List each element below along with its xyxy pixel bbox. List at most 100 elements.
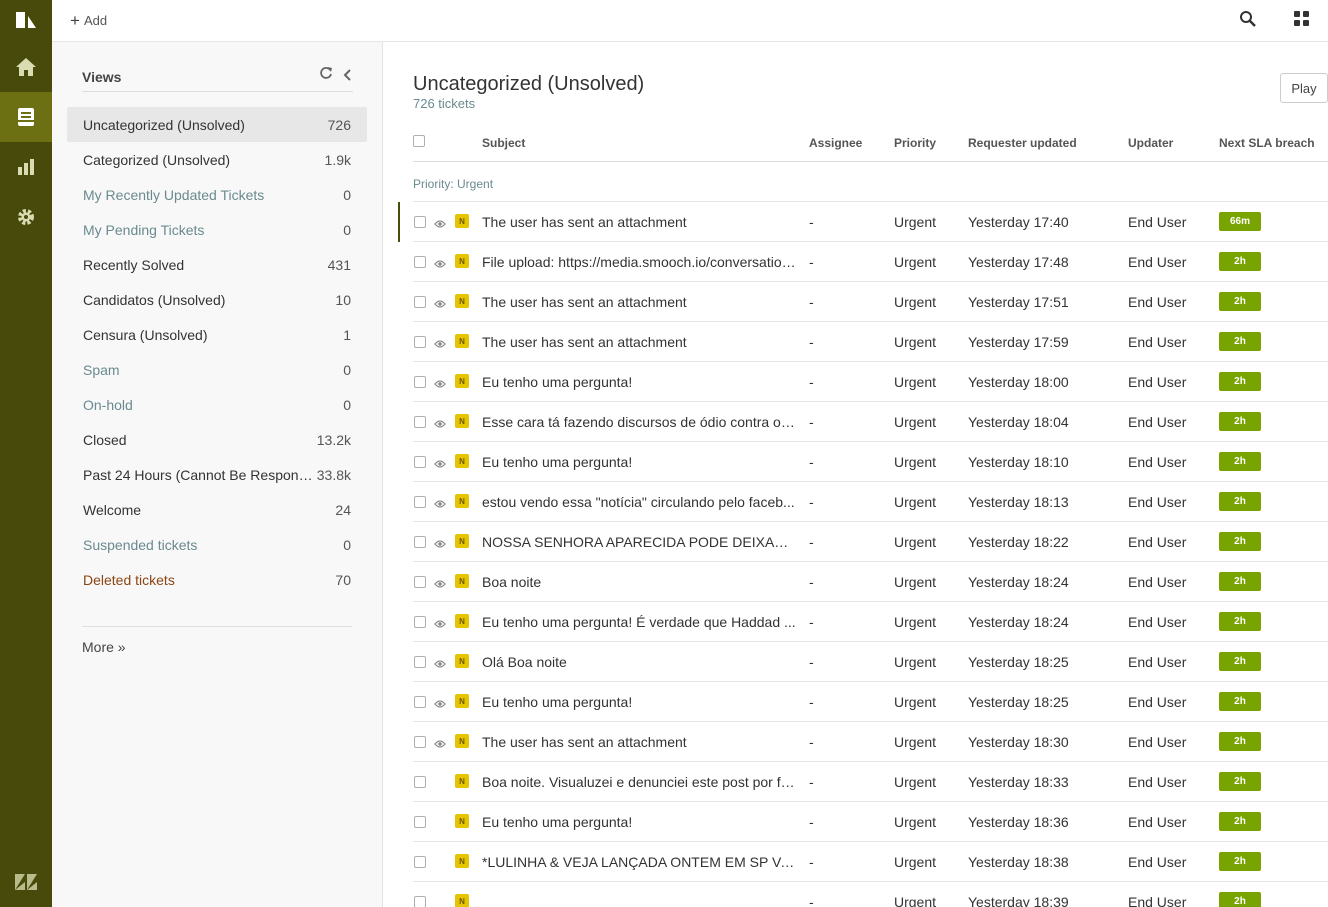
view-item[interactable]: Past 24 Hours (Cannot Be Respond... 33.8k [67,457,367,492]
row-checkbox[interactable] [414,216,426,228]
row-checkbox[interactable] [414,336,426,348]
eye-icon[interactable] [434,416,446,428]
row-checkbox[interactable] [414,296,426,308]
eye-icon[interactable] [434,296,446,308]
eye-icon[interactable] [434,496,446,508]
select-all-checkbox[interactable] [413,135,425,147]
ticket-subject[interactable]: The user has sent an attachment [482,294,798,310]
ticket-subject[interactable]: File upload: https://media.smooch.io/con… [482,254,798,270]
table-row[interactable]: N Boa noite - Urgent Yesterday 18:24 End User… [413,562,1328,602]
collapse-chevron-icon[interactable] [343,68,353,81]
view-item[interactable]: Candidatos (Unsolved) 10 [67,282,367,317]
ticket-subject[interactable]: Eu tenho uma pergunta! [482,454,798,470]
view-item[interactable]: My Pending Tickets 0 [67,212,367,247]
table-row[interactable]: N Eu tenho uma pergunta! - Urgent Yesterday … [413,442,1328,482]
col-priority[interactable]: Priority [894,136,936,150]
view-item[interactable]: Suspended tickets 0 [67,527,367,562]
eye-icon[interactable] [434,536,446,548]
table-row[interactable]: N Eu tenho uma pergunta! - Urgent Yesterday … [413,802,1328,842]
row-checkbox[interactable] [414,656,426,668]
row-checkbox[interactable] [414,256,426,268]
eye-icon[interactable] [434,376,446,388]
ticket-subject[interactable]: The user has sent an attachment [482,214,798,230]
table-row[interactable]: N - Urgent Yesterday 18:39 End User 2h [413,882,1328,907]
view-item[interactable]: Uncategorized (Unsolved) 726 [67,107,367,142]
view-item[interactable]: My Recently Updated Tickets 0 [67,177,367,212]
ticket-subject[interactable]: Esse cara tá fazendo discursos de ódio c… [482,414,798,430]
ticket-subject[interactable]: The user has sent an attachment [482,334,798,350]
col-subject[interactable]: Subject [482,136,525,150]
row-checkbox[interactable] [414,416,426,428]
view-item[interactable]: On-hold 0 [67,387,367,422]
view-item[interactable]: Welcome 24 [67,492,367,527]
ticket-subject[interactable]: *LULINHA & VEJA LANÇADA ONTEM EM SP VAI … [482,854,798,870]
table-row[interactable]: N Eu tenho uma pergunta! - Urgent Yesterday … [413,362,1328,402]
search-icon[interactable] [1238,9,1258,29]
table-row[interactable]: N Olá Boa noite - Urgent Yesterday 18:25 End … [413,642,1328,682]
col-updater[interactable]: Updater [1128,136,1173,150]
ticket-subject[interactable]: The user has sent an attachment [482,734,798,750]
add-button[interactable]: + Add [70,10,107,30]
eye-icon[interactable] [434,216,446,228]
view-item[interactable]: Categorized (Unsolved) 1.9k [67,142,367,177]
ticket-subject[interactable]: Eu tenho uma pergunta! [482,374,798,390]
ticket-subject[interactable]: Eu tenho uma pergunta! [482,814,798,830]
table-row[interactable]: N *LULINHA & VEJA LANÇADA ONTEM EM SP VAI… [413,842,1328,882]
view-item[interactable]: Recently Solved 431 [67,247,367,282]
col-assignee[interactable]: Assignee [809,136,862,150]
view-item[interactable]: Deleted tickets 70 [67,562,367,597]
view-item[interactable]: Censura (Unsolved) 1 [67,317,367,352]
table-row[interactable]: N NOSSA SENHORA APARECIDA PODE DEIXAR DE … [413,522,1328,562]
eye-icon[interactable] [434,456,446,468]
eye-icon[interactable] [434,256,446,268]
row-checkbox[interactable] [414,376,426,388]
zendesk-logo-icon[interactable] [0,0,52,40]
eye-icon[interactable] [434,656,446,668]
row-checkbox[interactable] [414,496,426,508]
table-row[interactable]: Nestou vendo essa "notícia" circulando p… [413,482,1328,522]
row-checkbox[interactable] [414,576,426,588]
ticket-subject[interactable]: Boa noite. Visualuzei e denunciei este p… [482,774,798,790]
admin-gear-icon[interactable] [0,192,52,242]
table-row[interactable]: N Eu tenho uma pergunta! - Urgent Yesterday … [413,682,1328,722]
ticket-subject[interactable]: Boa noite [482,574,798,590]
table-row[interactable]: N The user has sent an attachment - Urgent Y… [413,282,1328,322]
table-row[interactable]: N File upload: https://media.smooch.io/co… [413,242,1328,282]
views-icon[interactable] [0,92,52,142]
table-row[interactable]: N The user has sent an attachment - Urgent Y… [413,722,1328,762]
view-item[interactable]: Closed 13.2k [67,422,367,457]
row-checkbox[interactable] [414,616,426,628]
row-checkbox[interactable] [414,456,426,468]
col-next-sla[interactable]: Next SLA breach [1219,136,1315,150]
eye-icon[interactable] [434,696,446,708]
table-row[interactable]: N Eu tenho uma pergunta! É verdade que Ha… [413,602,1328,642]
row-checkbox[interactable] [414,736,426,748]
more-views-link[interactable]: More » [82,639,126,655]
eye-icon[interactable] [434,616,446,628]
table-row[interactable]: N Esse cara tá fazendo discursos de ódio … [413,402,1328,442]
reporting-icon[interactable] [0,142,52,192]
col-requester-updated[interactable]: Requester updated [968,136,1077,150]
eye-icon[interactable] [434,336,446,348]
ticket-subject[interactable]: NOSSA SENHORA APARECIDA PODE DEIXAR DE .… [482,534,798,550]
row-checkbox[interactable] [414,536,426,548]
play-button[interactable]: Play [1280,73,1328,103]
eye-icon[interactable] [434,576,446,588]
apps-grid-icon[interactable] [1292,9,1312,29]
table-row[interactable]: N The user has sent an attachment - Urgent Y… [413,322,1328,362]
refresh-icon[interactable] [319,66,333,80]
ticket-subject[interactable]: Eu tenho uma pergunta! É verdade que Had… [482,614,798,630]
table-row[interactable]: N The user has sent an attachment - Urgent Y… [398,202,1328,242]
home-icon[interactable] [0,42,52,92]
ticket-subject[interactable]: estou vendo essa "notícia" circulando pe… [482,494,798,510]
ticket-subject[interactable]: Eu tenho uma pergunta! [482,694,798,710]
row-checkbox[interactable] [414,816,426,828]
row-checkbox[interactable] [414,856,426,868]
ticket-subject[interactable]: Olá Boa noite [482,654,798,670]
row-checkbox[interactable] [414,776,426,788]
table-row[interactable]: N Boa noite. Visualuzei e denunciei este … [413,762,1328,802]
row-checkbox[interactable] [414,896,426,907]
eye-icon[interactable] [434,736,446,748]
row-checkbox[interactable] [414,696,426,708]
zendesk-z-icon[interactable] [0,867,52,897]
